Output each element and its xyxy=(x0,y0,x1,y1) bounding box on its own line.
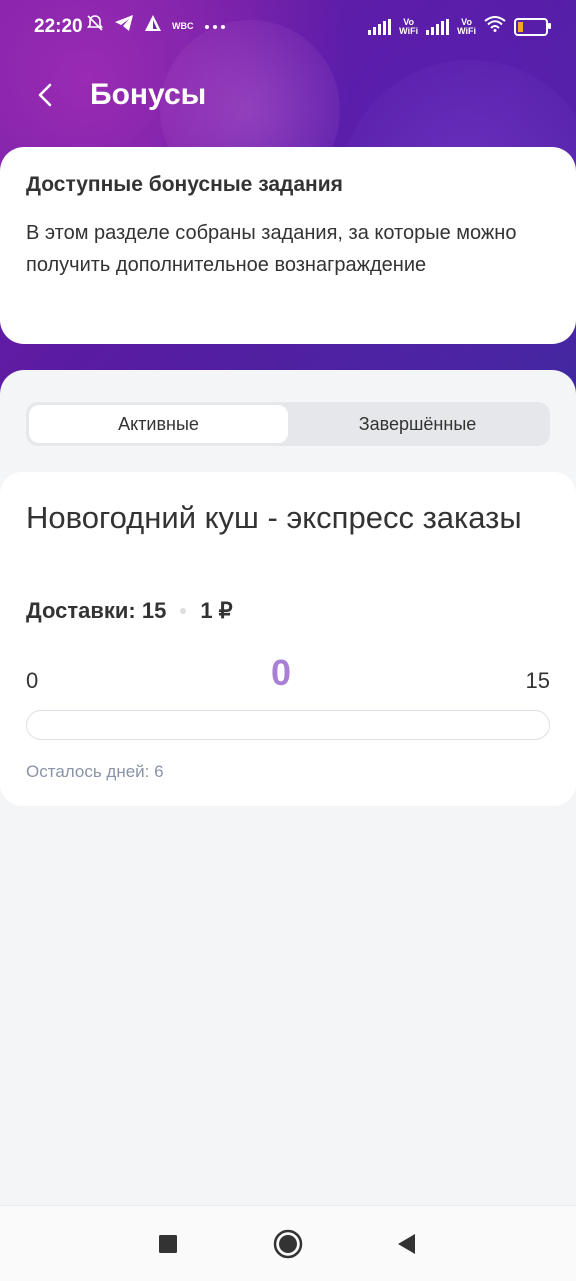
wifi-icon xyxy=(484,16,506,37)
top-bar: Бонусы xyxy=(0,64,576,128)
tab-completed[interactable]: Завершённые xyxy=(288,405,547,443)
vowifi-icon: Vo WiFi xyxy=(457,16,476,36)
task-card[interactable]: Новогодний куш - экспресс заказы Доставк… xyxy=(0,472,576,806)
more-dots-icon xyxy=(204,17,226,35)
triangle-app-icon xyxy=(144,14,162,37)
days-left: Осталось дней: 6 xyxy=(26,762,164,781)
task-title: Новогодний куш - экспресс заказы xyxy=(26,500,522,535)
reward-label: 1 ₽ xyxy=(200,598,233,623)
battery-icon xyxy=(514,17,551,36)
progress-current: 0 xyxy=(270,652,292,693)
telegram-icon xyxy=(114,14,134,37)
content-sheet: Активные Завершённые Новогодний куш - эк… xyxy=(0,370,576,1210)
signal-icon xyxy=(426,18,450,35)
progress-max: 15 xyxy=(525,668,550,693)
status-bar: 22:20 WBC Vo WiFi Vo WiFi xyxy=(0,0,576,56)
info-description: В этом разделе собраны задания, за котор… xyxy=(26,222,517,276)
battery-level xyxy=(518,21,524,32)
info-title: Доступные бонусные задания xyxy=(26,173,343,196)
task-meta: Доставки: 15 1 ₽ xyxy=(26,598,233,624)
progress-bar xyxy=(26,710,550,740)
status-time: 22:20 xyxy=(34,16,83,37)
chevron-left-icon xyxy=(38,83,52,107)
status-right-icons: Vo WiFi Vo WiFi xyxy=(368,16,551,37)
info-card: Доступные бонусные задания В этом раздел… xyxy=(0,147,576,344)
home-button[interactable] xyxy=(272,1228,304,1260)
signal-icon xyxy=(368,18,392,35)
recent-apps-button[interactable] xyxy=(152,1228,184,1260)
muted-bell-icon xyxy=(86,14,104,37)
home-icon xyxy=(273,1229,303,1259)
tab-active[interactable]: Активные xyxy=(29,405,288,443)
deliveries-label: Доставки: 15 xyxy=(26,598,167,623)
status-left-icons: WBC xyxy=(86,14,226,37)
wbc-icon: WBC xyxy=(172,20,194,31)
back-icon xyxy=(398,1234,415,1254)
recent-apps-icon xyxy=(159,1235,177,1253)
back-button[interactable] xyxy=(30,78,64,112)
page-title: Бонусы xyxy=(90,78,207,111)
separator-dot xyxy=(180,608,187,614)
vowifi-icon: Vo WiFi xyxy=(399,16,419,36)
tabs-segmented-control: Активные Завершённые xyxy=(26,402,550,446)
system-nav-bar xyxy=(0,1205,576,1281)
nav-back-button[interactable] xyxy=(390,1228,422,1260)
